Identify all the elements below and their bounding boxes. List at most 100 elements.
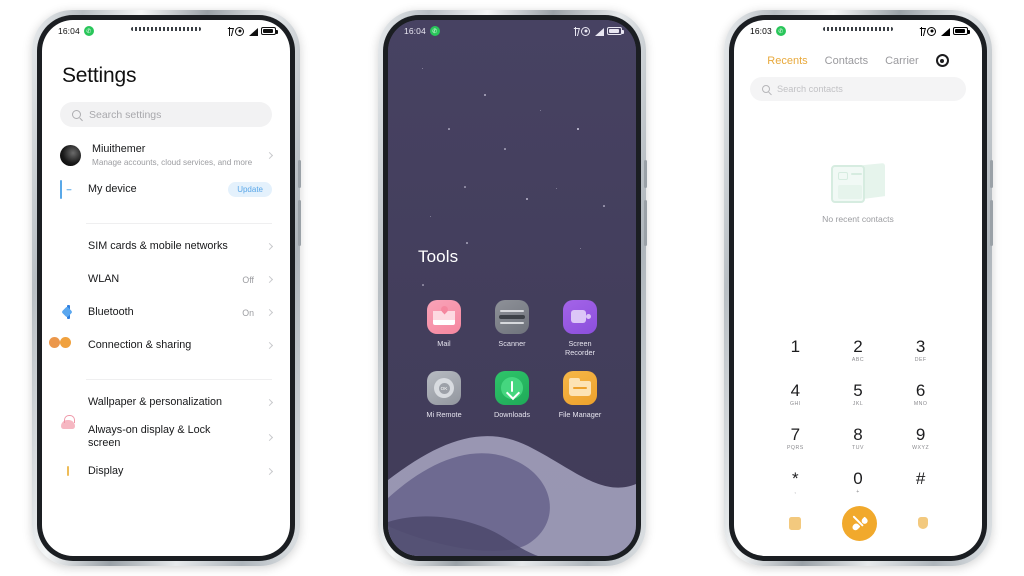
list-item-wlan[interactable]: WLAN Off	[42, 263, 290, 296]
account-name: Miuithemer	[92, 143, 146, 155]
volume-button[interactable]	[644, 160, 647, 188]
chevron-right-icon	[265, 308, 274, 317]
chevron-right-icon	[265, 341, 274, 350]
volume-button[interactable]	[298, 160, 301, 188]
list-item-lock-screen[interactable]: Always-on display & Lock screen	[42, 419, 290, 455]
app-mi-remote[interactable]: OK Mi Remote	[410, 371, 478, 419]
key-sub: ABC	[851, 357, 865, 363]
key-5[interactable]: 5 JKL	[827, 382, 890, 408]
key-number: 3	[915, 337, 926, 356]
status-time: 16:04	[58, 26, 80, 36]
app-screen-recorder[interactable]: Screen Recorder	[546, 300, 614, 357]
contact-card-icon	[831, 163, 885, 205]
phone-screen-settings: 16:04 ✆ Settings Search settings Miuithe…	[42, 20, 290, 556]
dialer-action-bar	[734, 500, 982, 546]
key-number: 4	[790, 381, 801, 400]
call-button-icon[interactable]	[841, 505, 877, 541]
app-downloads[interactable]: Downloads	[478, 371, 546, 419]
signal-icon	[248, 27, 258, 36]
tab-contacts[interactable]: Contacts	[825, 55, 868, 67]
folder-title: Tools	[418, 247, 459, 266]
app-label: Screen Recorder	[564, 339, 595, 357]
row-text: Wallpaper & personalization	[88, 396, 256, 409]
divider	[86, 223, 272, 224]
list-item-bluetooth[interactable]: Bluetooth On	[42, 296, 290, 329]
key-sub: PQRS	[786, 445, 804, 451]
list-item-display[interactable]: Display	[42, 455, 290, 488]
search-placeholder: Search contacts	[777, 84, 843, 94]
keypad-toggle-icon[interactable]	[788, 516, 801, 530]
status-badge[interactable]: Update	[228, 182, 272, 197]
search-contacts-input[interactable]: Search contacts	[750, 77, 966, 101]
lock-screen-icon	[60, 429, 77, 446]
earpiece-speaker	[131, 27, 201, 31]
volume-button[interactable]	[990, 160, 993, 188]
connection-icon	[60, 337, 77, 354]
phone-device-dialer: 16:03 ✆ Recents Contacts Carrier Search	[724, 10, 993, 566]
key-number: 1	[790, 337, 801, 356]
app-label: Scanner	[498, 339, 526, 348]
key-7[interactable]: 7 PQRS	[764, 426, 827, 452]
app-label: Downloads	[493, 410, 531, 419]
chevron-right-icon	[265, 242, 274, 251]
device-icon	[60, 180, 77, 199]
key-2[interactable]: 2 ABC	[827, 338, 890, 364]
bluetooth-icon	[60, 304, 77, 321]
signal-icon	[594, 27, 604, 36]
row-label: Always-on display & Lock screen	[88, 424, 211, 449]
power-button[interactable]	[644, 200, 647, 246]
status-bar-left: 16:03 ✆	[750, 26, 786, 36]
key-3[interactable]: 3 DEF	[889, 338, 952, 364]
screenshot-stage: 16:04 ✆ Settings Search settings Miuithe…	[0, 0, 1024, 576]
status-time: 16:04	[404, 26, 426, 36]
list-item-wallpaper[interactable]: Wallpaper & personalization	[42, 386, 290, 419]
app-file-manager[interactable]: File Manager	[546, 371, 614, 419]
key-number: 2	[853, 337, 863, 356]
list-item-my-device[interactable]: My device Update	[42, 173, 290, 206]
alarm-icon	[927, 26, 936, 36]
app-mail[interactable]: Mail	[410, 300, 478, 357]
phone-badge-icon: ✆	[775, 26, 786, 36]
battery-icon	[261, 27, 278, 35]
list-item-sim-cards[interactable]: SIM cards & mobile networks	[42, 230, 290, 263]
key-1[interactable]: 1	[764, 338, 827, 364]
power-button[interactable]	[298, 200, 301, 246]
phone-badge-icon: ✆	[83, 26, 94, 36]
bluetooth-icon	[573, 26, 578, 36]
tab-recents[interactable]: Recents	[767, 55, 807, 67]
key-6[interactable]: 6 MNO	[889, 382, 952, 408]
key-hash[interactable]: #	[889, 470, 952, 496]
key-number: 6	[915, 381, 926, 400]
search-input[interactable]: Search settings	[60, 102, 272, 127]
key-8[interactable]: 8 TUV	[827, 426, 890, 452]
key-sub: +	[856, 489, 860, 495]
row-text: Connection & sharing	[88, 339, 256, 352]
app-label: Mail	[437, 339, 451, 348]
wifi-icon	[60, 271, 77, 288]
key-4[interactable]: 4 GHI	[764, 382, 827, 408]
key-0[interactable]: 0 +	[827, 470, 890, 496]
status-bar-right	[573, 26, 624, 36]
list-item-connection-sharing[interactable]: Connection & sharing	[42, 329, 290, 362]
key-sub: GHI	[789, 401, 801, 407]
scanner-app-icon	[495, 300, 529, 334]
key-number: 7	[790, 425, 801, 444]
more-options-icon[interactable]	[917, 517, 928, 529]
power-button[interactable]	[990, 200, 993, 246]
app-scanner[interactable]: Scanner	[478, 300, 546, 357]
row-text: Display	[88, 465, 256, 478]
key-star[interactable]: *,	[764, 470, 827, 496]
tab-bar: Recents Contacts Carrier	[734, 42, 982, 75]
status-bar: 16:04 ✆	[42, 20, 290, 42]
earpiece-speaker	[823, 27, 893, 31]
dialpad: 1 2 ABC 3 DEF 4 GHI 5 JKL 6 MNO 7 PQRS 8 TUV 9W…	[734, 338, 982, 496]
tab-carrier[interactable]: Carrier	[885, 55, 919, 67]
list-item-account[interactable]: Miuithemer Manage accounts, cloud servic…	[42, 138, 290, 173]
status-time: 16:03	[750, 26, 772, 36]
key-9[interactable]: 9 WXYZ	[889, 426, 952, 452]
key-sub: DEF	[914, 357, 927, 363]
wallpaper-waves	[388, 436, 636, 556]
gear-icon[interactable]	[935, 54, 949, 67]
